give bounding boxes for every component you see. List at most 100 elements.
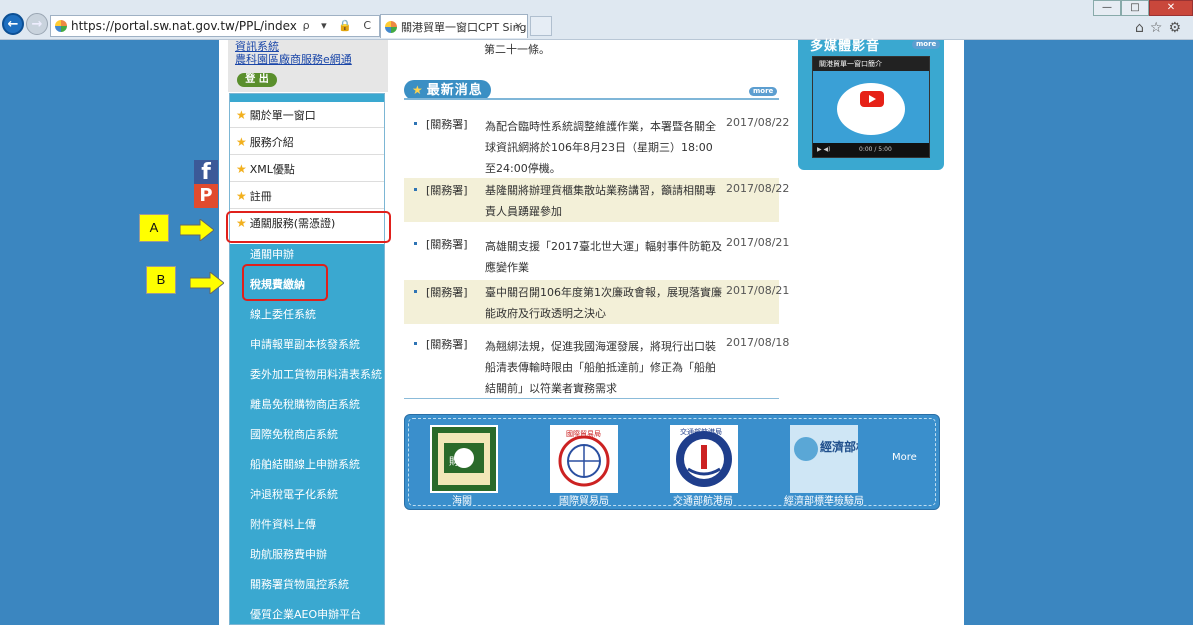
sidebar-item-about[interactable]: ★ 關於單一窗口: [230, 102, 384, 128]
play-icon[interactable]: [860, 91, 884, 107]
highlight-box-customs-service: [226, 211, 391, 243]
link-science-park[interactable]: 農科園區廠商服務e網通: [235, 53, 365, 66]
sidebar-item-label: 服務介紹: [249, 135, 294, 149]
news-category: [關務署]: [426, 118, 468, 131]
sub-item-online-delegation[interactable]: 線上委任系統: [250, 306, 316, 322]
minimize-button[interactable]: —: [1093, 0, 1121, 16]
bsmi-logo-icon[interactable]: 經濟部標準檢驗局: [790, 425, 858, 493]
tab-favicon-icon: [385, 20, 397, 33]
site-favicon-icon: [55, 20, 67, 32]
sub-item-processing-materials[interactable]: 委外加工貨物用料清表系統: [250, 366, 382, 382]
sub-item-risk-control[interactable]: 關務署貨物風控系統: [250, 576, 349, 592]
video-thumbnail: [813, 71, 929, 145]
link-info-system[interactable]: 資訊系統: [235, 40, 365, 53]
sub-item-attachment-upload[interactable]: 附件資料上傳: [250, 516, 316, 532]
sub-item-ship-clearance[interactable]: 船舶結關線上申辦系統: [250, 456, 360, 472]
boft-logo-text: 國際貿易局: [566, 429, 601, 438]
news-date: 2017/08/22: [726, 116, 790, 129]
logout-button[interactable]: 登 出: [237, 73, 277, 87]
news-item[interactable]: [關務署] 臺中關召開106年度第1次廉政會報，展現落實廉能政府及行政透明之決心…: [404, 280, 789, 324]
window-controls: — □ ✕: [1093, 0, 1193, 16]
news-more-link[interactable]: more: [749, 87, 778, 96]
tab-close-icon[interactable]: ×: [514, 19, 523, 32]
news-headline[interactable]: 基隆關將辦理貨櫃集散站業務講習，籲請相關專責人員踴躍參加: [485, 180, 722, 222]
sidebar-item-register[interactable]: ★ 註冊: [230, 183, 384, 209]
news-date: 2017/08/18: [726, 336, 790, 349]
news-headline[interactable]: 高雄關支援「2017臺北世大運」輻射事件防範及應變作業: [485, 236, 722, 278]
forward-button[interactable]: →: [26, 13, 48, 35]
facebook-icon[interactable]: f: [194, 160, 218, 185]
news-item[interactable]: [關務署] 為翹綁法規，促進我國海運發展，將現行出口裝船清表傳輸時限由「船舶抵達…: [404, 336, 789, 399]
customs-logo-icon[interactable]: 財: [430, 425, 498, 493]
logo-label-bsmi: 經濟部標準檢驗局: [784, 496, 864, 507]
sidebar-menu: ★ 關於單一窗口 ★ 服務介紹 ★ XML優點 ★ 註冊 ★ 通關服務(需憑證) 通關申辦…: [229, 93, 385, 625]
sub-item-navigation-fee[interactable]: 助航服務費申辦: [250, 546, 327, 562]
video-controls: ▶ ◀) 0:00 / 5:00: [813, 143, 929, 157]
news-category: [關務署]: [426, 286, 468, 299]
sidebar-item-services[interactable]: ★ 服務介紹: [230, 129, 384, 155]
media-title: 多媒體影音: [810, 39, 881, 54]
mpb-logo-text: 交通部航港局: [680, 427, 722, 436]
settings-gear-icon[interactable]: ⚙: [1168, 20, 1187, 36]
logos-more-link[interactable]: More: [892, 452, 917, 463]
news-item[interactable]: [關務署] 為配合臨時性系統調整維護作業，本署暨各關全球資訊網將於106年8月2…: [404, 116, 789, 179]
mpb-logo-icon[interactable]: 交通部航港局: [670, 425, 738, 493]
star-icon: ★: [236, 188, 247, 203]
sub-item-declaration-copy[interactable]: 申請報單副本核發系統: [250, 336, 360, 352]
star-icon: ★: [236, 107, 247, 122]
browser-tab[interactable]: 關港貿單一窗口CPT Single... ×: [380, 14, 528, 38]
bullet-icon: [414, 242, 417, 245]
news-item[interactable]: [關務署] 高雄關支援「2017臺北世大運」輻射事件防範及應變作業 2017/0…: [404, 236, 789, 278]
sidebar-item-label: XML優點: [249, 162, 295, 176]
annotation-arrow-a-icon: [180, 219, 214, 241]
browser-tools: ⌂☆⚙: [1135, 20, 1187, 36]
close-window-button[interactable]: ✕: [1149, 0, 1193, 16]
star-icon: ★: [236, 161, 247, 176]
star-icon: ★: [412, 83, 424, 97]
news-item[interactable]: [關務署] 基隆關將辦理貨櫃集散站業務講習，籲請相關專責人員踴躍參加 2017/…: [404, 178, 789, 222]
tab-title: 關港貿單一窗口CPT Single...: [401, 20, 527, 34]
news-category: [關務署]: [426, 184, 468, 197]
back-button[interactable]: ←: [2, 13, 24, 35]
video-player[interactable]: 關港貿單一窗口簡介 ▶ ◀) 0:00 / 5:00: [812, 56, 930, 158]
highlight-box-tax-payment: [242, 264, 328, 301]
news-headline[interactable]: 臺中關召開106年度第1次廉政會報，展現落實廉能政府及行政透明之決心: [485, 282, 722, 324]
sub-item-island-dutyfree[interactable]: 離島免稅購物商店系統: [250, 396, 360, 412]
sub-item-aeo[interactable]: 優質企業AEO申辦平台: [250, 606, 361, 622]
sidebar-item-xml[interactable]: ★ XML優點: [230, 156, 384, 182]
logo-label-customs: 海關: [452, 496, 472, 507]
sidebar-item-label: 關於單一窗口: [249, 108, 316, 122]
header-links: 資訊系統 農科園區廠商服務e網通: [235, 40, 365, 66]
news-title-divider: [404, 98, 779, 100]
bullet-icon: [414, 188, 417, 191]
annotation-arrow-b-icon: [190, 272, 224, 294]
sub-item-intl-dutyfree[interactable]: 國際免稅商店系統: [250, 426, 338, 442]
plurk-icon[interactable]: P: [194, 184, 218, 208]
address-controls[interactable]: ρ ▾ 🔒 C: [303, 19, 375, 32]
news-bottom-divider: [404, 398, 779, 399]
news-category: [關務署]: [426, 238, 468, 251]
bullet-icon: [414, 342, 417, 345]
video-time: 0:00 / 5:00: [859, 146, 892, 153]
star-icon: ★: [236, 134, 247, 149]
new-tab-button[interactable]: [530, 16, 552, 36]
news-headline[interactable]: 為配合臨時性系統調整維護作業，本署暨各關全球資訊網將於106年8月23日（星期三…: [485, 116, 722, 179]
url-text: https://portal.sw.nat.gov.tw/PPL/index: [71, 19, 297, 33]
video-title: 關港貿單一窗口簡介: [813, 57, 929, 71]
address-bar[interactable]: https://portal.sw.nat.gov.tw/PPL/index ρ…: [50, 15, 380, 37]
browser-chrome: ← → https://portal.sw.nat.gov.tw/PPL/ind…: [0, 0, 1193, 40]
favorites-star-icon[interactable]: ☆: [1150, 20, 1169, 36]
logo-label-mpb: 交通部航港局: [673, 496, 733, 507]
boft-logo-icon[interactable]: 國際貿易局: [550, 425, 618, 493]
news-date: 2017/08/22: [726, 182, 790, 195]
media-more-link[interactable]: more: [912, 40, 941, 49]
news-snippet: 第二十一條。: [484, 43, 550, 56]
home-icon[interactable]: ⌂: [1135, 20, 1150, 36]
news-date: 2017/08/21: [726, 284, 790, 297]
sub-item-clearance[interactable]: 通關申辦: [250, 246, 294, 262]
bullet-icon: [414, 122, 417, 125]
news-headline[interactable]: 為翹綁法規，促進我國海運發展，將現行出口裝船清表傳輸時限由「船舶抵達前」修正為「…: [485, 336, 722, 399]
maximize-button[interactable]: □: [1121, 0, 1149, 16]
play-control-icon[interactable]: ▶ ◀): [817, 146, 830, 153]
sub-item-tax-refund[interactable]: 沖退稅電子化系統: [250, 486, 338, 502]
